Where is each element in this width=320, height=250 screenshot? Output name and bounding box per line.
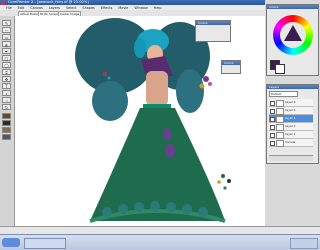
right-lower-wing bbox=[176, 69, 204, 113]
lasso-tool[interactable]: ◯ bbox=[2, 62, 11, 68]
text-icon: T bbox=[5, 84, 8, 89]
hand-tool[interactable]: ☜ bbox=[2, 97, 11, 103]
mixer-panel: Colors bbox=[195, 20, 231, 42]
layer-actions-bar bbox=[269, 155, 313, 161]
menu-canvas[interactable]: Canvas bbox=[30, 6, 42, 10]
weave-swatch[interactable] bbox=[2, 134, 11, 140]
paint-bucket-tool[interactable]: ◭ bbox=[2, 41, 11, 47]
crop-tool[interactable]: ⌗ bbox=[2, 69, 11, 75]
layer-row[interactable]: Layer 5 bbox=[269, 107, 313, 115]
torso bbox=[146, 71, 168, 106]
system-tray bbox=[290, 238, 318, 249]
menu-file[interactable]: File bbox=[6, 6, 12, 10]
menu-layers[interactable]: Layers bbox=[49, 6, 60, 10]
eye-icon[interactable] bbox=[270, 125, 275, 130]
menu-shapes[interactable]: Shapes bbox=[82, 6, 94, 10]
eye-icon[interactable] bbox=[270, 109, 275, 114]
lasso-icon: ◯ bbox=[4, 63, 9, 68]
layer-name: Layer 3 bbox=[285, 124, 296, 128]
brush-icon: ✎ bbox=[4, 21, 9, 26]
layer-name: Layer 6 bbox=[285, 100, 296, 104]
floating-panel-title: Colors bbox=[222, 61, 240, 65]
layer-thumbnail bbox=[276, 140, 284, 147]
transform-tool[interactable]: ✥ bbox=[2, 76, 11, 82]
layer-name: Layer 4 bbox=[285, 116, 296, 120]
menu-window[interactable]: Window bbox=[134, 6, 147, 10]
eye-icon[interactable] bbox=[270, 101, 275, 106]
rotate-icon: ↻ bbox=[4, 105, 9, 110]
colors-panel: Colors bbox=[266, 4, 319, 76]
eraser-icon: ▭ bbox=[4, 35, 9, 40]
text-tool[interactable]: T bbox=[2, 83, 11, 89]
pendant-top bbox=[163, 128, 171, 140]
taskbar-app-button[interactable] bbox=[24, 238, 66, 249]
magnifier-icon: ⌕ bbox=[5, 91, 8, 96]
secondary-color-swatch[interactable] bbox=[275, 64, 285, 74]
layer-thumbnail bbox=[276, 132, 284, 139]
transform-icon: ✥ bbox=[4, 77, 9, 82]
layer-composite-mode[interactable]: Default bbox=[269, 91, 298, 97]
floating-panel: Colors bbox=[221, 60, 241, 74]
layer-name: Canvas bbox=[285, 140, 296, 144]
menu-effects[interactable]: Effects bbox=[101, 6, 113, 10]
hair-left bbox=[134, 38, 146, 58]
layer-row[interactable]: Layer 2 bbox=[269, 131, 313, 139]
layer-name: Layer 5 bbox=[285, 108, 296, 112]
hand-icon: ☜ bbox=[4, 98, 9, 103]
rectangle-tool[interactable]: □ bbox=[2, 55, 11, 61]
taskbar bbox=[0, 234, 320, 250]
color-wheel[interactable] bbox=[273, 15, 313, 55]
layer-row-selected[interactable]: Layer 4 bbox=[269, 115, 313, 123]
paper-swatch[interactable] bbox=[2, 113, 11, 119]
menu-edit[interactable]: Edit bbox=[18, 6, 25, 10]
pen-tool[interactable]: ✒ bbox=[2, 48, 11, 54]
colors-panel-title: Colors bbox=[267, 5, 318, 9]
layer-row[interactable]: Layer 3 bbox=[269, 123, 313, 131]
eraser-tool[interactable]: ▭ bbox=[2, 34, 11, 40]
menu-help[interactable]: Help bbox=[154, 6, 162, 10]
pen-icon: ✒ bbox=[4, 49, 9, 54]
pattern-swatch[interactable] bbox=[2, 127, 11, 133]
layer-row[interactable]: Layer 6 bbox=[269, 99, 313, 107]
eye-icon[interactable] bbox=[270, 133, 275, 138]
menu-movie[interactable]: Movie bbox=[118, 6, 128, 10]
layers-panel: Layers Default Layer 6 Layer 5 Layer 4 L… bbox=[266, 84, 319, 164]
right-panel-column: Colors Layers Default Layer 6 Layer 5 La… bbox=[265, 0, 320, 249]
saturation-triangle[interactable] bbox=[284, 25, 302, 41]
painting-artwork bbox=[75, 18, 231, 223]
canvas-area[interactable]: Colors Colors bbox=[15, 16, 265, 226]
mixer-panel-title: Colors bbox=[196, 21, 230, 25]
rotate-tool[interactable]: ↻ bbox=[2, 104, 11, 110]
crop-icon: ⌗ bbox=[5, 70, 8, 75]
toolbox: ✎ ⌐ ▭ ◭ ✒ □ ◯ ⌗ ✥ T ⌕ ☜ ↻ bbox=[0, 16, 15, 226]
left-lower-wing bbox=[92, 81, 128, 121]
magnifier-tool[interactable]: ⌕ bbox=[2, 90, 11, 96]
layer-thumbnail bbox=[276, 100, 284, 107]
start-button[interactable] bbox=[2, 238, 20, 247]
layer-thumbnail bbox=[276, 116, 284, 123]
app-icon bbox=[1, 0, 5, 5]
menu-select[interactable]: Select bbox=[66, 6, 76, 10]
layer-thumbnail bbox=[276, 124, 284, 131]
brush-tool[interactable]: ✎ bbox=[2, 20, 11, 26]
layer-row[interactable]: Canvas bbox=[269, 139, 313, 147]
dropper-tool[interactable]: ⌐ bbox=[2, 27, 11, 33]
layers-panel-title: Layers bbox=[267, 85, 318, 89]
paint-bucket-icon: ◭ bbox=[4, 42, 9, 47]
eye-icon[interactable] bbox=[270, 141, 275, 146]
layer-name: Layer 2 bbox=[285, 132, 296, 136]
eye-icon[interactable] bbox=[270, 117, 275, 122]
rectangle-icon: □ bbox=[4, 56, 9, 61]
dropper-icon: ⌐ bbox=[4, 28, 9, 33]
layer-thumbnail bbox=[276, 108, 284, 115]
gradient-swatch[interactable] bbox=[2, 120, 11, 126]
pendant-bottom bbox=[165, 144, 175, 158]
